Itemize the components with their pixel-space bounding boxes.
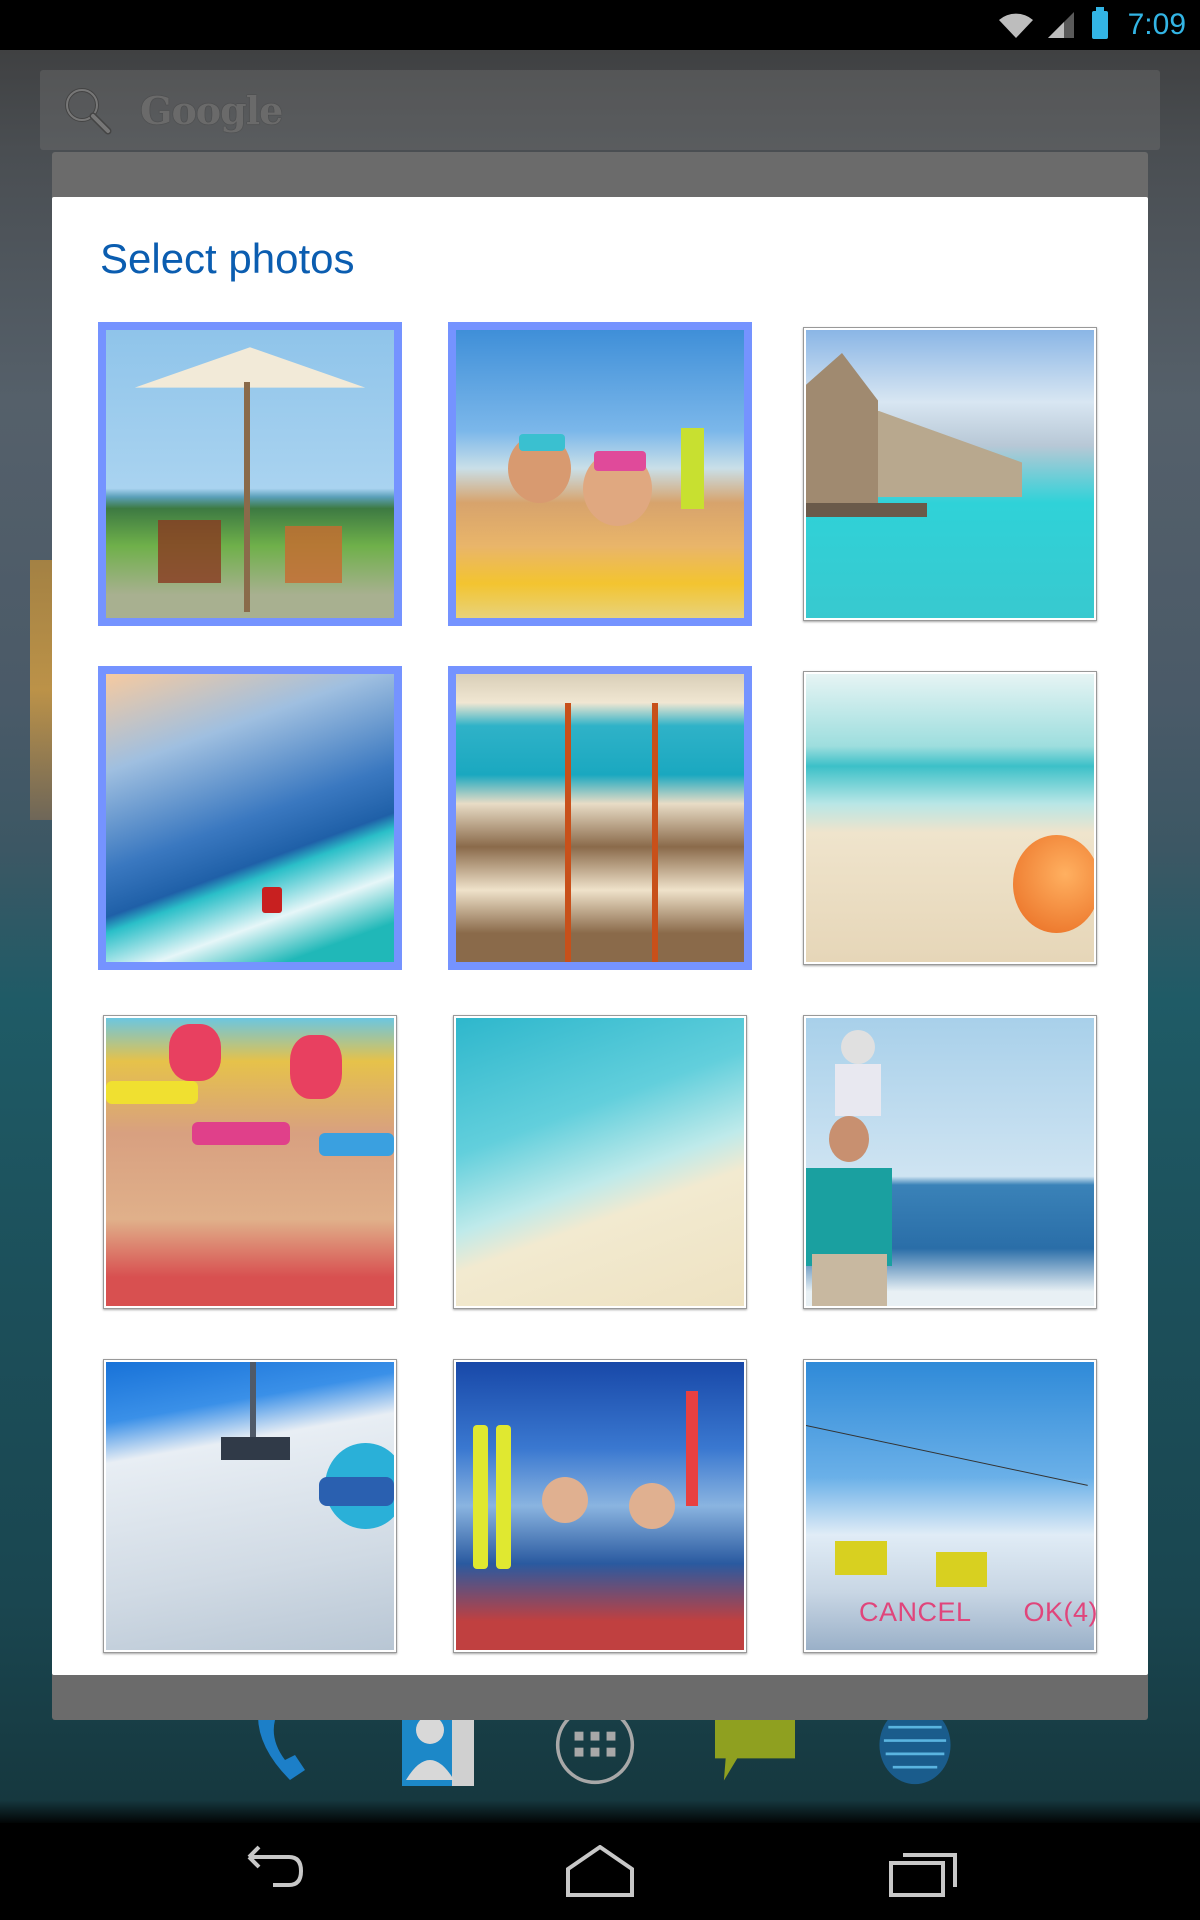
google-search-bar[interactable]: Google — [40, 70, 1160, 150]
status-bar: 7:09 — [0, 0, 1200, 50]
photo-tile[interactable] — [798, 666, 1102, 970]
navigation-bar — [0, 1823, 1200, 1920]
ok-button[interactable]: OK(4) — [1023, 1597, 1098, 1628]
battery-icon — [1091, 7, 1108, 39]
select-photos-dialog: Select photos CANCEL OK(4) — [52, 197, 1148, 1675]
photo-tile[interactable] — [798, 1010, 1102, 1314]
photo-tile-selected[interactable] — [448, 666, 752, 970]
photo-tile[interactable] — [798, 322, 1102, 626]
photo-seashell — [806, 674, 1094, 962]
photo-kids-masks — [106, 1018, 394, 1306]
photo-overwater-villas — [806, 330, 1094, 618]
recents-icon[interactable] — [885, 1845, 965, 1899]
photo-beach-umbrella — [106, 330, 394, 618]
photo-chairlift-skier — [106, 1362, 394, 1650]
photo-clear-shoreline — [456, 1018, 744, 1306]
home-icon[interactable] — [560, 1845, 640, 1899]
photo-grid[interactable] — [98, 322, 1102, 1751]
signal-icon — [1047, 12, 1074, 38]
search-icon — [65, 88, 112, 135]
photo-ski-family — [456, 1362, 744, 1650]
photo-tile[interactable] — [448, 1010, 752, 1314]
photo-tile-selected[interactable] — [98, 666, 402, 970]
photo-tile[interactable] — [448, 1354, 752, 1658]
dialog-title: Select photos — [100, 235, 355, 282]
wifi-icon — [998, 13, 1033, 38]
clock: 7:09 — [1127, 8, 1186, 41]
dialog-buttons: CANCEL OK(4) — [859, 1597, 1098, 1628]
cancel-button[interactable]: CANCEL — [859, 1597, 972, 1628]
photo-father-child — [806, 1018, 1094, 1306]
photo-beach-loungers — [456, 674, 744, 962]
photo-tile[interactable] — [98, 1354, 402, 1658]
google-logo-text: Google — [140, 87, 283, 133]
back-icon[interactable] — [235, 1845, 315, 1899]
photo-jet-ski — [106, 674, 394, 962]
photo-tile[interactable] — [98, 1010, 402, 1314]
photo-tile-selected[interactable] — [98, 322, 402, 626]
photo-kids-snorkeling — [456, 330, 744, 618]
photo-tile-selected[interactable] — [448, 322, 752, 626]
